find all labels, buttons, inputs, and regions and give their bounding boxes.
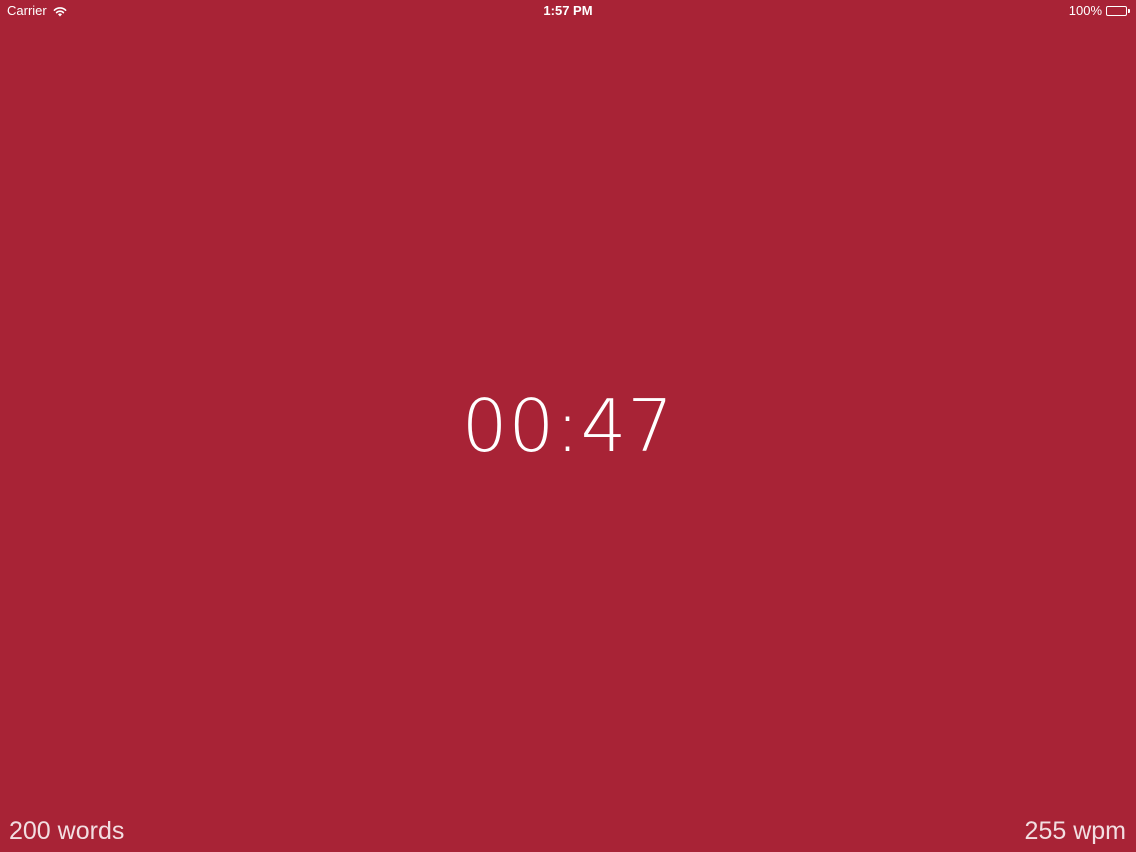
words-per-minute-label: 255 wpm [1024, 817, 1126, 845]
status-bar: Carrier 1:57 PM 100% [0, 0, 1136, 22]
status-time: 1:57 PM [543, 3, 593, 18]
battery-percentage: 100% [1068, 3, 1102, 18]
countdown-timer: 00:47 [461, 384, 675, 468]
app-screen: Carrier 1:57 PM 100% 00:47 200 words 255… [0, 0, 1136, 852]
word-count-label: 200 words [9, 817, 125, 845]
battery-icon [1106, 6, 1130, 16]
status-right: 100% [1069, 4, 1130, 18]
